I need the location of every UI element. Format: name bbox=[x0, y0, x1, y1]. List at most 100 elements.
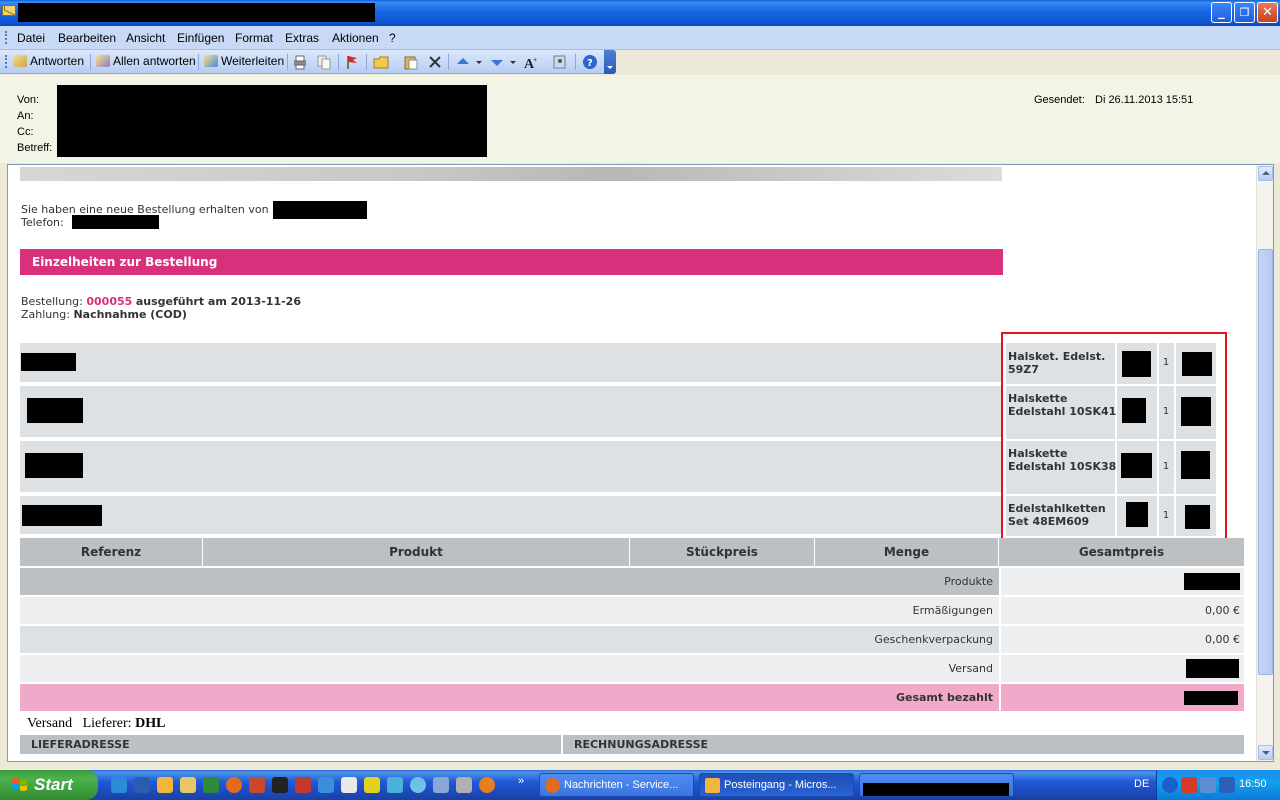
menu-bearbeiten[interactable]: Bearbeiten bbox=[58, 31, 116, 45]
language-indicator[interactable]: DE bbox=[1134, 778, 1149, 790]
menu-datei[interactable]: Datei bbox=[17, 31, 45, 45]
close-button[interactable]: ✕ bbox=[1257, 2, 1278, 23]
quicklaunch-word-icon[interactable] bbox=[134, 777, 150, 793]
tray-expand-icon[interactable] bbox=[1162, 777, 1178, 793]
totals-label: Geschenkverpackung bbox=[20, 626, 999, 653]
column-header-reference: Referenz bbox=[20, 538, 203, 566]
toolbar-separator bbox=[198, 54, 199, 70]
totals-label: Produkte bbox=[20, 568, 999, 595]
reply-icon bbox=[13, 55, 27, 67]
header-values-redacted bbox=[57, 85, 487, 157]
reference-redacted bbox=[22, 505, 102, 526]
scroll-up-button[interactable] bbox=[1258, 166, 1273, 181]
quicklaunch-excel-icon[interactable] bbox=[203, 777, 219, 793]
copy-icon[interactable] bbox=[316, 54, 332, 70]
quicklaunch-app-icon[interactable] bbox=[318, 777, 334, 793]
order-executed: ausgeführt am 2013-11-26 bbox=[135, 295, 301, 308]
quicklaunch-app-icon[interactable] bbox=[456, 777, 472, 793]
column-header-unit-price: Stückpreis bbox=[630, 538, 815, 566]
quicklaunch-app-icon[interactable] bbox=[249, 777, 265, 793]
carrier-label: Lieferer: bbox=[82, 716, 132, 731]
quicklaunch-ie-icon[interactable] bbox=[111, 777, 127, 793]
font-size-icon[interactable]: A+ bbox=[523, 54, 539, 70]
taskbar-item-message[interactable] bbox=[859, 773, 1014, 797]
products-total-redacted bbox=[1184, 573, 1240, 590]
shipping-label: Versand bbox=[27, 716, 73, 731]
column-header-total-price: Gesamtpreis bbox=[1078, 545, 1165, 559]
reply-button[interactable]: Antworten bbox=[13, 54, 84, 70]
title-bar[interactable]: _ ❐ ✕ bbox=[0, 0, 1280, 26]
print-icon[interactable] bbox=[292, 54, 308, 70]
quicklaunch-app-icon[interactable] bbox=[364, 777, 380, 793]
scroll-thumb[interactable] bbox=[1258, 249, 1273, 675]
toolbar-separator bbox=[338, 54, 339, 70]
product-row bbox=[20, 343, 1003, 384]
quicklaunch-outlook-icon[interactable] bbox=[157, 777, 173, 793]
taskbar: Start » Nachrichten - Service... Postein… bbox=[0, 770, 1280, 800]
menu-einfuegen[interactable]: Einfügen bbox=[177, 31, 224, 45]
tray-app-icon[interactable] bbox=[1219, 777, 1235, 793]
totals-label: Gesamt bezahlt bbox=[20, 684, 999, 711]
envelope-icon bbox=[2, 5, 16, 16]
menu-aktionen[interactable]: Aktionen bbox=[332, 31, 379, 45]
taskbar-item-firefox[interactable]: Nachrichten - Service... bbox=[539, 773, 694, 797]
scroll-down-button[interactable] bbox=[1258, 745, 1273, 760]
menu-extras[interactable]: Extras bbox=[285, 31, 319, 45]
maximize-button[interactable]: ❐ bbox=[1234, 2, 1255, 23]
delete-icon[interactable] bbox=[427, 54, 443, 70]
from-label: Von: bbox=[17, 94, 40, 106]
totals-row-products: Produkte bbox=[20, 568, 1244, 595]
menu-grip bbox=[5, 31, 8, 44]
address-book-icon[interactable] bbox=[552, 54, 568, 70]
sent-value: Di 26.11.2013 15:51 bbox=[1095, 94, 1194, 106]
menu-ansicht[interactable]: Ansicht bbox=[126, 31, 165, 45]
next-item-icon[interactable] bbox=[489, 54, 505, 70]
carrier-value: DHL bbox=[135, 716, 166, 731]
message-header: Von: An: Cc: Betreff: Gesendet: Di 26.11… bbox=[0, 75, 1280, 163]
toolbar-options-button[interactable] bbox=[604, 50, 616, 74]
quicklaunch-firefox-icon[interactable] bbox=[226, 777, 242, 793]
order-number[interactable]: 000055 bbox=[86, 295, 132, 308]
tray-network-icon[interactable] bbox=[1200, 777, 1216, 793]
product-row bbox=[20, 386, 1003, 439]
standard-toolbar: Antworten Allen antworten Weiterleiten A… bbox=[0, 50, 616, 74]
taskbar-item-outlook[interactable]: Posteingang - Micros... bbox=[699, 773, 854, 797]
help-icon[interactable]: ? bbox=[582, 54, 598, 70]
customer-name-redacted bbox=[273, 201, 367, 219]
tray-app-icon[interactable] bbox=[1181, 777, 1197, 793]
menu-help[interactable]: ? bbox=[389, 31, 396, 45]
flag-icon[interactable] bbox=[344, 54, 360, 70]
move-to-folder-icon[interactable] bbox=[373, 54, 389, 70]
paste-icon[interactable] bbox=[403, 54, 419, 70]
reply-all-button[interactable]: Allen antworten bbox=[96, 54, 196, 70]
chevron-down-icon[interactable] bbox=[474, 54, 484, 70]
order-label: Bestellung: bbox=[21, 295, 83, 308]
previous-item-icon[interactable] bbox=[455, 54, 471, 70]
minimize-button[interactable]: _ bbox=[1211, 2, 1232, 23]
reply-label: Antworten bbox=[30, 54, 85, 68]
toolbar-separator bbox=[366, 54, 367, 70]
quicklaunch-app-icon[interactable] bbox=[433, 777, 449, 793]
quicklaunch-app-icon[interactable] bbox=[341, 777, 357, 793]
quicklaunch-app-icon[interactable] bbox=[295, 777, 311, 793]
menu-format[interactable]: Format bbox=[235, 31, 273, 45]
reference-redacted bbox=[27, 398, 83, 423]
quicklaunch-app-icon[interactable] bbox=[272, 777, 288, 793]
phone-redacted bbox=[72, 215, 159, 229]
chevron-down-icon[interactable] bbox=[508, 54, 518, 70]
delivery-address-header: LIEFERADRESSE bbox=[20, 735, 561, 754]
start-label: Start bbox=[34, 775, 73, 794]
column-header-quantity: Menge bbox=[815, 538, 999, 566]
quicklaunch-overflow-icon[interactable]: » bbox=[518, 775, 524, 787]
shop-banner-image bbox=[20, 167, 1002, 181]
forward-button[interactable]: Weiterleiten bbox=[204, 54, 284, 70]
start-button[interactable]: Start bbox=[0, 770, 98, 800]
outlook-icon bbox=[705, 778, 720, 793]
quicklaunch-app-icon[interactable] bbox=[387, 777, 403, 793]
vertical-scrollbar[interactable] bbox=[1256, 165, 1273, 761]
quicklaunch-app-icon[interactable] bbox=[479, 777, 495, 793]
quicklaunch-app-icon[interactable] bbox=[410, 777, 426, 793]
quicklaunch-folder-icon[interactable] bbox=[180, 777, 196, 793]
clock[interactable]: 16:50 bbox=[1239, 778, 1267, 790]
message-body[interactable]: Sie haben eine neue Bestellung erhalten … bbox=[7, 164, 1274, 762]
